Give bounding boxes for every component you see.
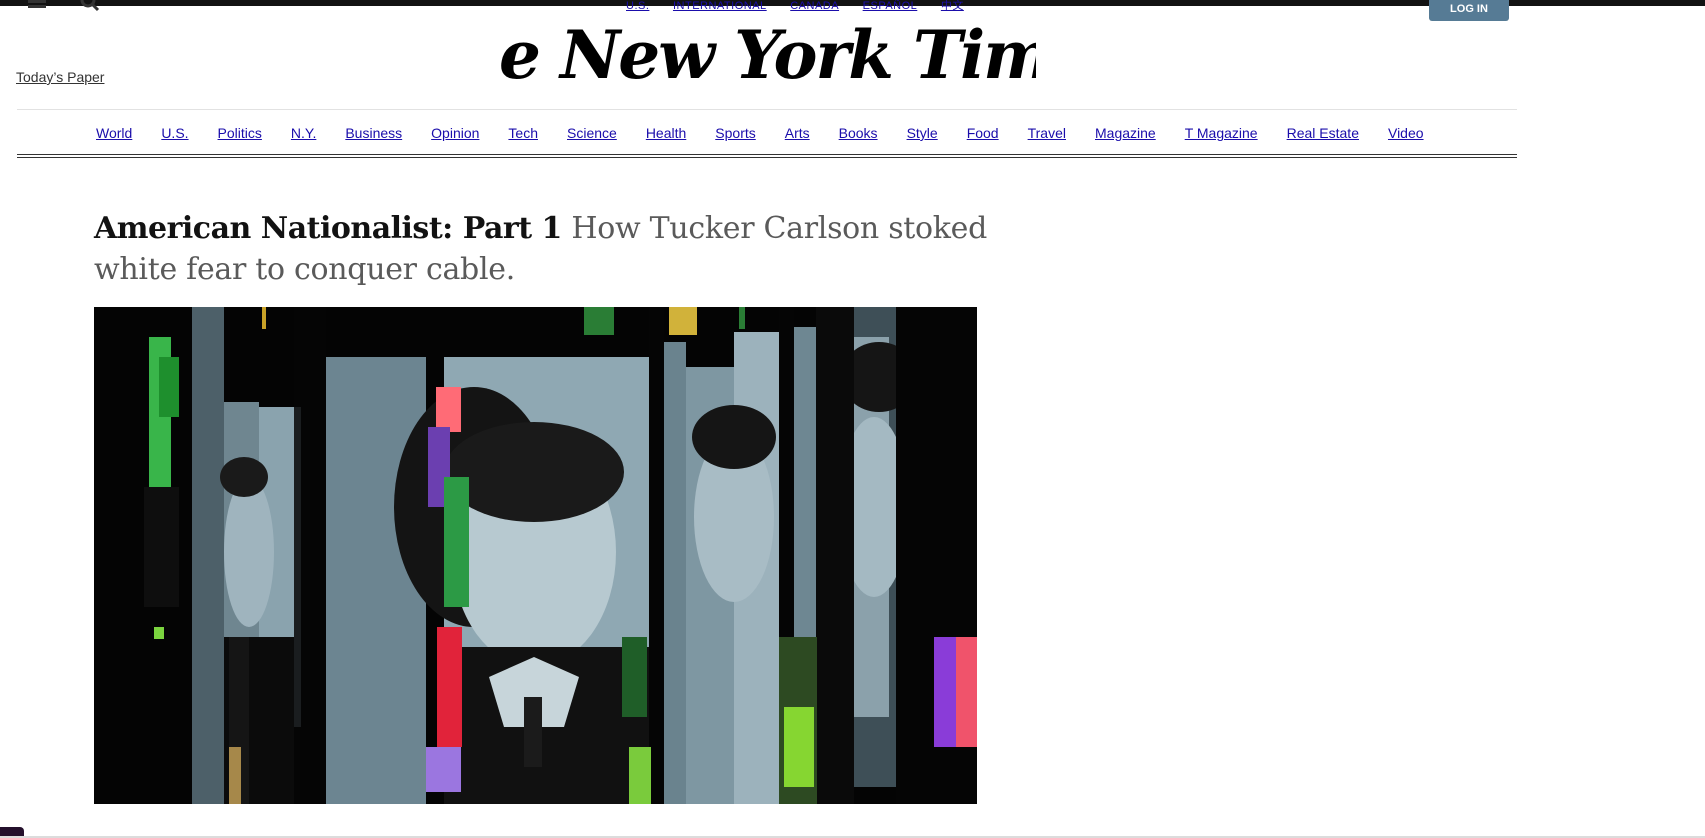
edition-us[interactable]: U.S.	[626, 0, 649, 12]
hamburger-menu-icon[interactable]	[28, 0, 48, 14]
story-kicker[interactable]: American Nationalist: Part 1	[94, 211, 562, 246]
edition-canada[interactable]: CANADA	[790, 0, 839, 12]
nav-bottom-divider-2	[17, 157, 1517, 158]
login-button[interactable]: LOG IN	[1429, 0, 1509, 21]
nav-us[interactable]: U.S.	[161, 125, 188, 141]
nav-health[interactable]: Health	[646, 125, 686, 141]
story-hero-image[interactable]	[94, 307, 977, 804]
nav-books[interactable]: Books	[839, 125, 878, 141]
nav-travel[interactable]: Travel	[1028, 125, 1066, 141]
nav-real-estate[interactable]: Real Estate	[1287, 125, 1359, 141]
nav-ny[interactable]: N.Y.	[291, 125, 316, 141]
nav-video[interactable]: Video	[1388, 125, 1424, 141]
nav-food[interactable]: Food	[967, 125, 999, 141]
nav-arts[interactable]: Arts	[785, 125, 810, 141]
edition-links: U.S. INTERNATIONAL CANADA ESPAÑOL 中文	[626, 0, 984, 13]
nav-politics[interactable]: Politics	[218, 125, 262, 141]
story-headline[interactable]: American Nationalist: Part 1 How Tucker …	[94, 208, 994, 290]
nyt-logo[interactable]: The New York Times	[406, 16, 1129, 98]
nav-t-magazine[interactable]: T Magazine	[1185, 125, 1258, 141]
nav-style[interactable]: Style	[907, 125, 938, 141]
nav-magazine[interactable]: Magazine	[1095, 125, 1156, 141]
nav-bottom-divider	[17, 154, 1517, 155]
section-nav: World U.S. Politics N.Y. Business Opinio…	[0, 125, 1517, 141]
glitch-portrait-illustration	[94, 307, 977, 804]
edition-chinese[interactable]: 中文	[941, 0, 964, 12]
nav-sports[interactable]: Sports	[715, 125, 755, 141]
nav-business[interactable]: Business	[345, 125, 402, 141]
nav-science[interactable]: Science	[567, 125, 617, 141]
search-icon[interactable]	[80, 0, 100, 12]
nav-world[interactable]: World	[96, 125, 132, 141]
todays-paper-link[interactable]: Today’s Paper	[16, 69, 104, 85]
nav-top-divider	[17, 109, 1517, 110]
nav-opinion[interactable]: Opinion	[431, 125, 479, 141]
edition-espanol[interactable]: ESPAÑOL	[863, 0, 918, 12]
nav-tech[interactable]: Tech	[508, 125, 538, 141]
svg-text:The New York Times: The New York Times	[496, 18, 1036, 94]
edition-international[interactable]: INTERNATIONAL	[673, 0, 767, 12]
